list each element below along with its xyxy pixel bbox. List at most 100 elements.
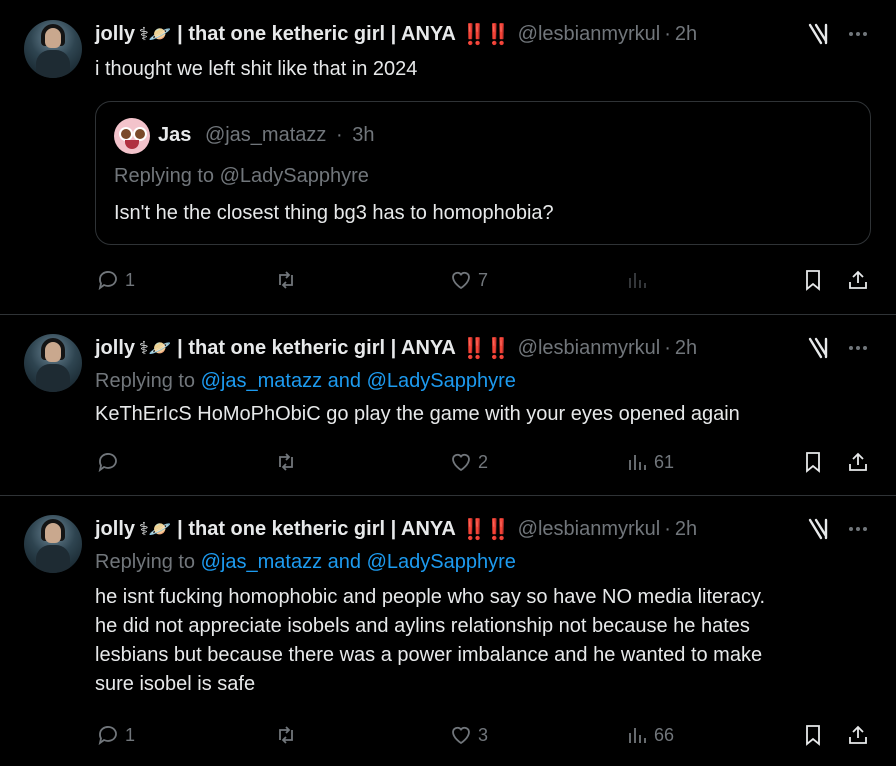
reply-button[interactable] bbox=[96, 450, 125, 474]
tweet-text-line: lesbians but because there was a power i… bbox=[95, 644, 763, 666]
share-button[interactable] bbox=[846, 268, 870, 292]
author-name-suffix[interactable]: | that one ketheric girl | ANYA bbox=[177, 23, 456, 46]
separator: · bbox=[664, 517, 671, 540]
like-button[interactable]: 3 bbox=[449, 723, 488, 747]
like-button[interactable]: 7 bbox=[449, 268, 488, 292]
quote-author-handle[interactable]: @jas_matazz bbox=[205, 124, 326, 146]
tweet-header: jolly ⚕🪐 | that one ketheric girl | ANYA… bbox=[95, 20, 697, 48]
tweet[interactable]: jolly ⚕🪐 | that one ketheric girl | ANYA… bbox=[0, 0, 896, 314]
avatar[interactable] bbox=[24, 20, 82, 78]
more-icon[interactable] bbox=[846, 336, 870, 360]
heart-icon bbox=[452, 453, 470, 472]
views-icon bbox=[629, 273, 646, 288]
bookmark-button[interactable] bbox=[801, 450, 825, 474]
repost-icon bbox=[279, 726, 293, 744]
quote-text: Isn't he the closest thing bg3 has to ho… bbox=[114, 202, 554, 224]
views-button[interactable]: 61 bbox=[625, 450, 674, 474]
share-icon bbox=[849, 270, 867, 289]
replying-prefix: Replying to bbox=[95, 551, 196, 573]
bookmark-button[interactable] bbox=[801, 723, 825, 747]
timestamp[interactable]: 2h bbox=[675, 337, 697, 360]
repost-icon bbox=[279, 453, 293, 471]
like-button[interactable]: 2 bbox=[449, 450, 488, 474]
author-handle[interactable]: @lesbianmyrkul bbox=[518, 337, 661, 360]
tweet-text-line: he isnt fucking homophobic and people wh… bbox=[95, 586, 766, 608]
tweet[interactable]: jolly ⚕🪐 | that one ketheric girl | ANYA… bbox=[0, 315, 896, 495]
reply-count: 1 bbox=[125, 269, 136, 290]
quote-header: Jas @jas_matazz · 3h bbox=[158, 124, 374, 147]
more-icon[interactable] bbox=[846, 22, 870, 46]
author-name-suffix[interactable]: | that one ketheric girl | ANYA bbox=[177, 518, 456, 541]
reply-count: 1 bbox=[125, 724, 136, 745]
repost-icon bbox=[279, 271, 293, 289]
replying-handles[interactable]: @jas_matazz and @LadySapphyre bbox=[201, 551, 516, 573]
more-icon[interactable] bbox=[846, 517, 870, 541]
replying-handles[interactable]: @jas_matazz and @LadySapphyre bbox=[201, 370, 516, 392]
views-count: 66 bbox=[654, 724, 675, 745]
author-handle[interactable]: @lesbianmyrkul bbox=[518, 23, 661, 46]
author-name[interactable]: jolly bbox=[95, 337, 135, 360]
share-button[interactable] bbox=[846, 450, 870, 474]
quote-timestamp[interactable]: 3h bbox=[352, 124, 374, 146]
views-icon bbox=[629, 728, 646, 743]
quote-avatar[interactable] bbox=[114, 118, 150, 154]
replying-handle: @LadySapphyre bbox=[219, 165, 369, 187]
grok-icon[interactable] bbox=[807, 336, 831, 360]
tweet[interactable]: jolly ⚕🪐 | that one ketheric girl | ANYA… bbox=[0, 496, 896, 766]
heart-icon bbox=[452, 726, 470, 745]
repost-button[interactable] bbox=[274, 268, 303, 292]
reply-icon bbox=[98, 726, 117, 746]
avatar[interactable] bbox=[24, 334, 82, 392]
tweet-header: jolly ⚕🪐 | that one ketheric girl | ANYA… bbox=[95, 515, 697, 543]
quote-author-name[interactable]: Jas bbox=[158, 124, 191, 146]
views-count: 61 bbox=[654, 451, 675, 472]
views-button[interactable] bbox=[625, 268, 654, 292]
tweet-text: i thought we left shit like that in 2024 bbox=[95, 58, 418, 80]
author-name-suffix[interactable]: | that one ketheric girl | ANYA bbox=[177, 337, 456, 360]
separator: · bbox=[664, 22, 671, 45]
tweet-text-line: he did not appreciate isobels and aylins… bbox=[95, 615, 750, 637]
share-icon bbox=[849, 725, 867, 744]
bookmark-icon bbox=[806, 725, 820, 746]
author-emoji: ⚕🪐 bbox=[139, 337, 172, 358]
author-handle[interactable]: @lesbianmyrkul bbox=[518, 518, 661, 541]
replying-to: Replying to @jas_matazz and @LadySapphyr… bbox=[95, 370, 516, 393]
views-button[interactable]: 66 bbox=[625, 723, 674, 747]
repost-button[interactable] bbox=[274, 723, 303, 747]
quoted-tweet[interactable]: Jas @jas_matazz · 3h Replying to @LadySa… bbox=[95, 101, 871, 245]
separator: · bbox=[664, 336, 671, 359]
views-icon bbox=[629, 455, 646, 470]
tweet-header: jolly ⚕🪐 | that one ketheric girl | ANYA… bbox=[95, 334, 697, 362]
author-name[interactable]: jolly bbox=[95, 23, 135, 46]
like-count: 3 bbox=[478, 724, 489, 745]
quote-replying-to: Replying to @LadySapphyre bbox=[114, 165, 369, 188]
repost-button[interactable] bbox=[274, 450, 303, 474]
timestamp[interactable]: 2h bbox=[675, 518, 697, 541]
bookmark-icon bbox=[806, 270, 820, 291]
heart-icon bbox=[452, 271, 470, 290]
avatar[interactable] bbox=[24, 515, 82, 573]
double-exclamation-icon: ‼️‼️ bbox=[461, 518, 511, 541]
bookmark-button[interactable] bbox=[801, 268, 825, 292]
reply-icon bbox=[98, 271, 117, 291]
double-exclamation-icon: ‼️‼️ bbox=[461, 23, 511, 46]
reply-button[interactable]: 1 bbox=[96, 268, 135, 292]
bookmark-icon bbox=[806, 452, 820, 473]
replying-prefix: Replying to bbox=[95, 370, 196, 392]
separator: · bbox=[335, 124, 343, 146]
grok-icon[interactable] bbox=[807, 22, 831, 46]
author-emoji: ⚕🪐 bbox=[139, 518, 172, 539]
author-emoji: ⚕🪐 bbox=[139, 23, 172, 44]
like-count: 2 bbox=[478, 451, 489, 472]
replying-prefix: Replying to bbox=[114, 165, 215, 187]
grok-icon[interactable] bbox=[807, 517, 831, 541]
like-count: 7 bbox=[478, 269, 489, 290]
reply-button[interactable]: 1 bbox=[96, 723, 135, 747]
timestamp[interactable]: 2h bbox=[675, 23, 697, 46]
share-button[interactable] bbox=[846, 723, 870, 747]
author-name[interactable]: jolly bbox=[95, 518, 135, 541]
tweet-text: he isnt fucking homophobic and people wh… bbox=[95, 583, 765, 699]
double-exclamation-icon: ‼️‼️ bbox=[461, 337, 511, 360]
reply-icon bbox=[98, 453, 117, 473]
tweet-text: KeThErIcS HoMoPhObiC go play the game wi… bbox=[95, 403, 740, 425]
